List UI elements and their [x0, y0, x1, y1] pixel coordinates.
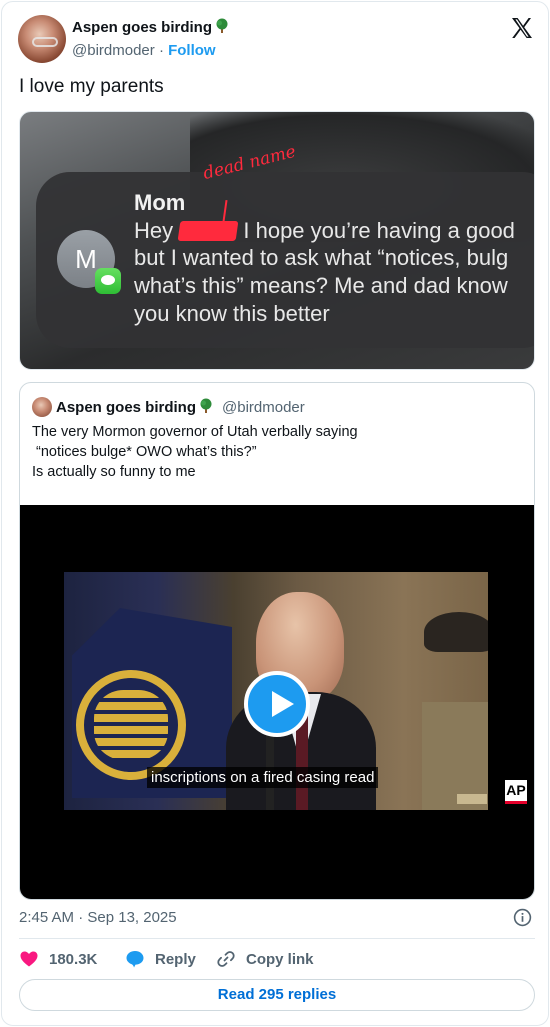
author-name-row[interactable]: Aspen goes birding — [72, 18, 230, 36]
like-button[interactable]: 180.3K — [19, 948, 97, 970]
message-line-2: but I wanted to ask what “notices, bulg — [134, 245, 509, 270]
quote-text-line-3: Is actually so funny to me — [32, 464, 196, 480]
info-icon[interactable] — [513, 908, 532, 927]
deciduous-tree-icon — [200, 398, 212, 413]
speech-bubble-icon — [126, 951, 144, 968]
like-count: 180.3K — [49, 950, 98, 968]
quoted-tweet[interactable]: Aspen goes birding @birdmoder The very M… — [19, 382, 535, 900]
play-button[interactable] — [244, 671, 310, 737]
tweet-photo[interactable]: M Mom Hey I hope you’re having a good bu… — [19, 111, 535, 370]
ap-logo: AP — [505, 780, 527, 804]
message-line-1: Hey I hope you’re having a good — [134, 218, 515, 244]
quote-text-line-2: “notices bulge* OWO what’s this?” — [32, 444, 257, 460]
reply-label: Reply — [155, 950, 196, 968]
message-line-3: what’s this” means? Me and dad know — [134, 273, 508, 298]
video-player[interactable]: inscriptions on a fired casing read AP — [20, 505, 534, 899]
message-greeting: Hey — [134, 218, 174, 243]
redaction-scribble — [177, 221, 239, 241]
copy-link-label: Copy link — [246, 950, 314, 968]
tweet-card: Aspen goes birding @birdmoder · Follow I… — [1, 1, 549, 1026]
quote-author-handle: @birdmoder — [222, 399, 305, 416]
heart-icon — [20, 951, 38, 967]
link-icon — [217, 951, 235, 967]
author-avatar[interactable] — [18, 15, 66, 63]
officer-figure — [414, 612, 488, 810]
quote-author-name-row: Aspen goes birding — [56, 398, 214, 416]
separator-dot: · — [158, 42, 164, 59]
reply-button[interactable]: Reply — [125, 948, 196, 970]
quote-text-line-1: The very Mormon governor of Utah verball… — [32, 424, 358, 440]
tweet-text: I love my parents — [19, 76, 164, 97]
author-handle-row: @birdmoder · Follow — [72, 42, 216, 59]
messages-app-icon — [95, 268, 121, 294]
deciduous-tree-icon — [216, 18, 228, 33]
uniform-patch — [457, 794, 487, 804]
divider — [19, 938, 535, 939]
copy-link-button[interactable]: Copy link — [216, 948, 314, 970]
quote-author-name: Aspen goes birding — [56, 399, 197, 416]
read-replies-button[interactable]: Read 295 replies — [19, 979, 535, 1011]
tweet-timestamp[interactable]: 2:45 AM · Sep 13, 2025 — [19, 909, 177, 926]
x-logo-icon[interactable] — [510, 16, 534, 40]
video-caption: inscriptions on a fired casing read — [147, 767, 379, 788]
author-handle[interactable]: @birdmoder — [72, 42, 155, 59]
quote-author-avatar — [32, 397, 52, 417]
message-line-4: you know this better — [134, 301, 330, 326]
message-line-1-rest: I hope you’re having a good — [243, 218, 515, 243]
follow-button[interactable]: Follow — [168, 42, 216, 59]
author-display-name[interactable]: Aspen goes birding — [72, 19, 212, 36]
message-sender: Mom — [134, 190, 186, 215]
